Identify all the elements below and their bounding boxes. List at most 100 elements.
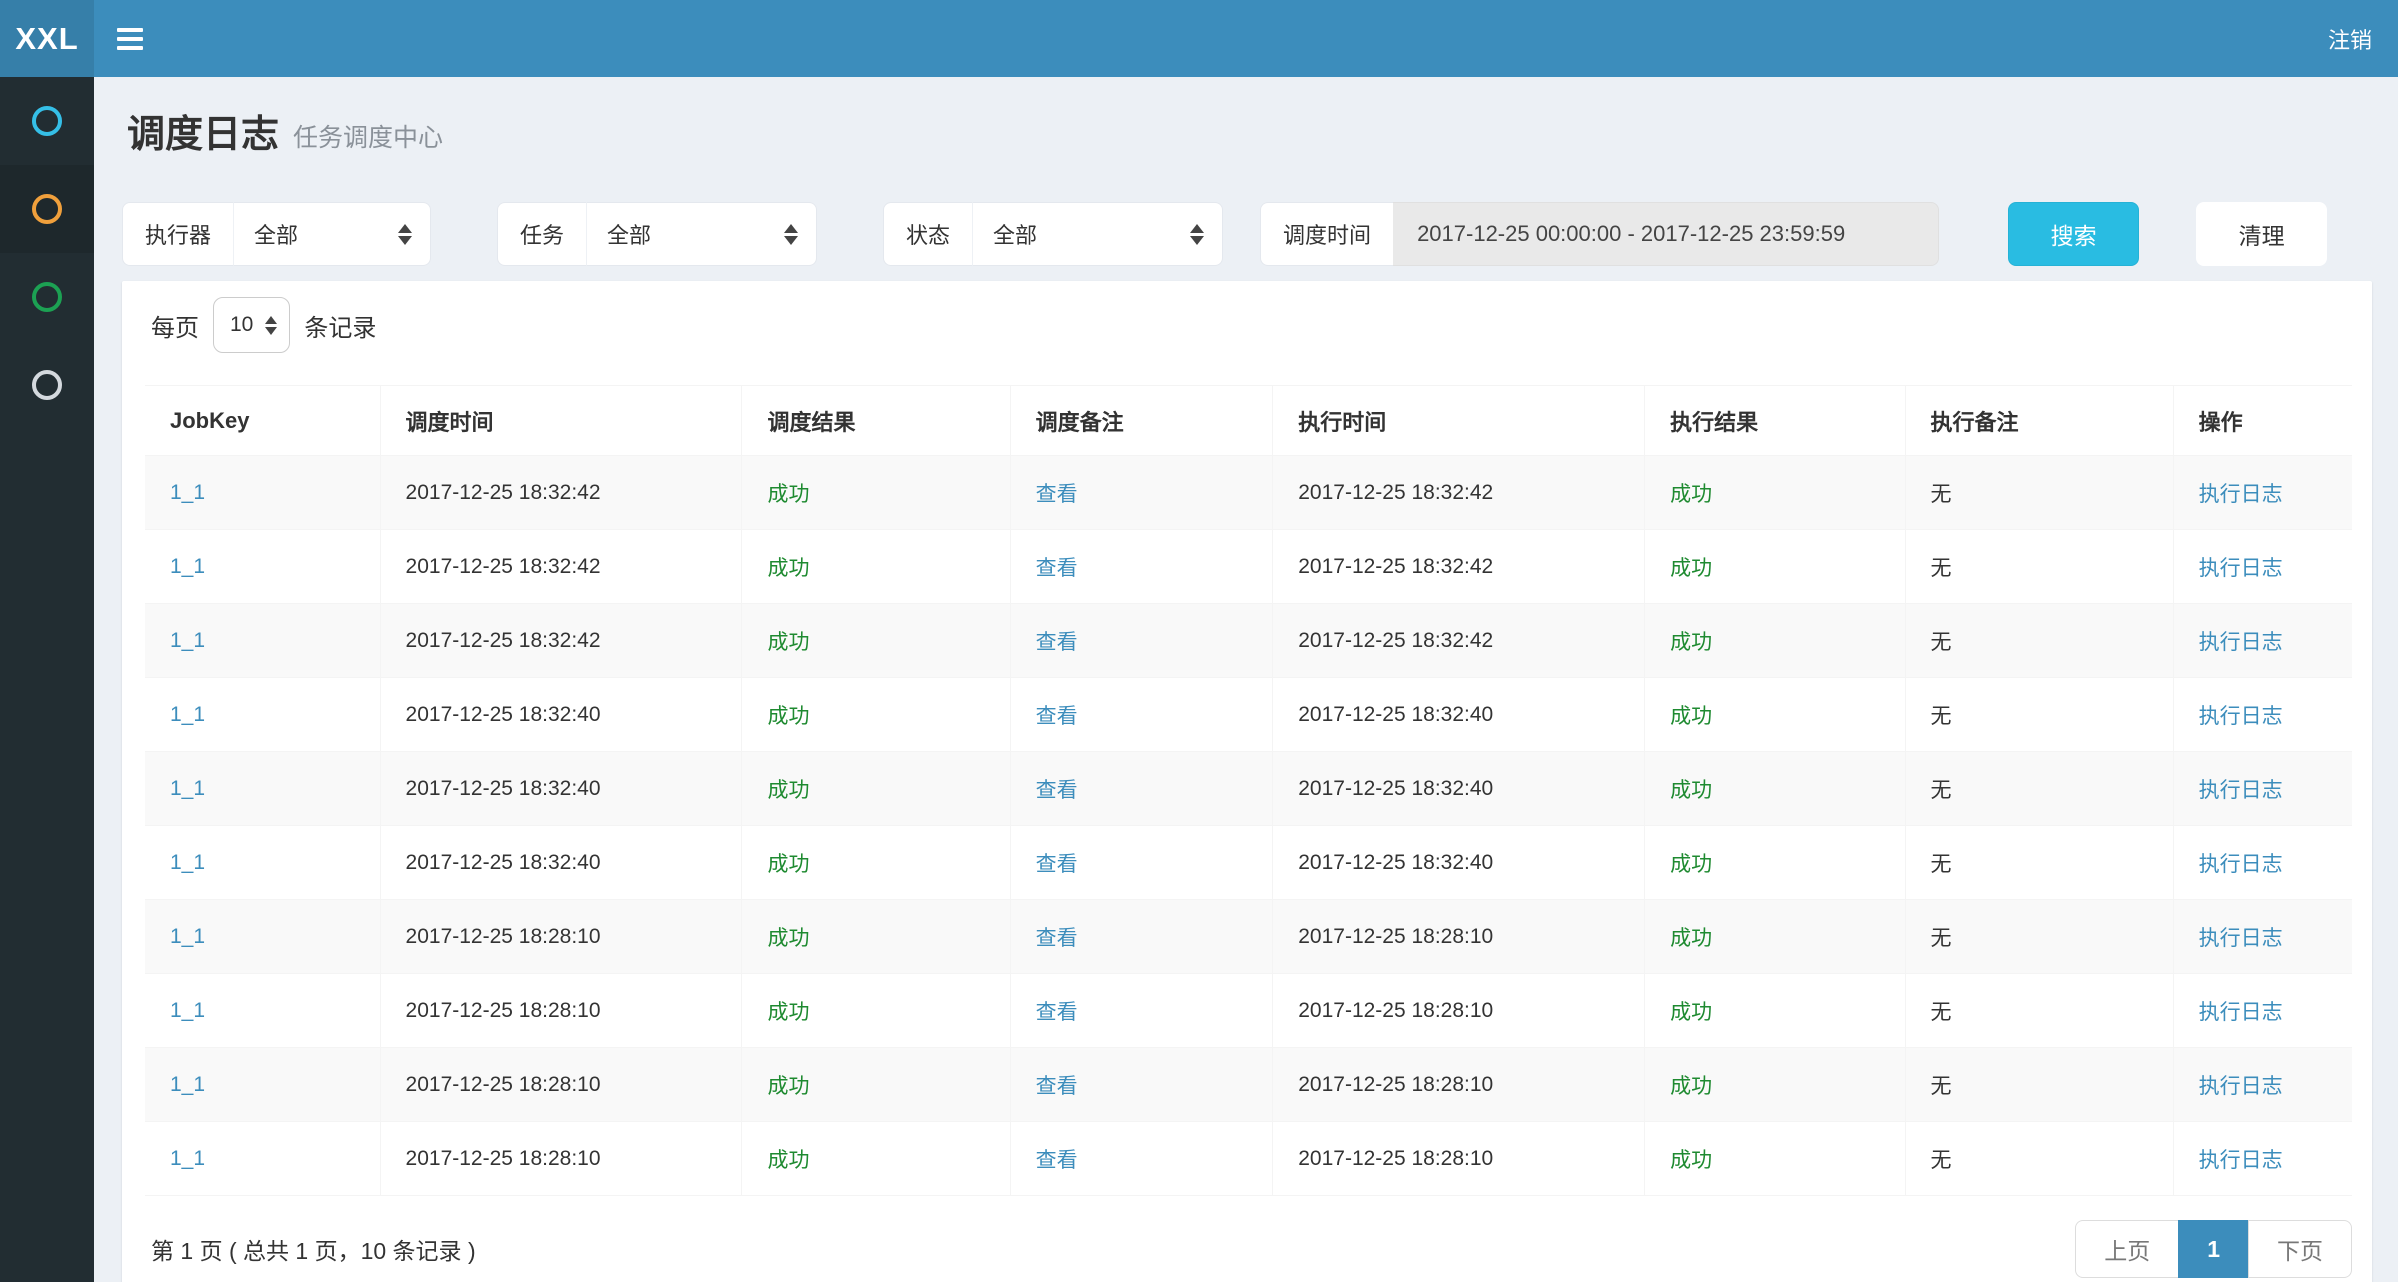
table-row: 1_12017-12-25 18:28:10成功查看2017-12-25 18:… <box>145 1048 2352 1122</box>
trigger-time-text: 2017-12-25 18:28:10 <box>406 925 601 948</box>
job-key-link[interactable]: 1_1 <box>170 481 205 504</box>
status-label: 状态 <box>883 202 972 266</box>
execute-log-link[interactable]: 执行日志 <box>2199 631 2283 654</box>
app-logo[interactable]: XXL <box>0 0 94 77</box>
trigger-time-text: 2017-12-25 18:32:42 <box>406 629 601 652</box>
job-select[interactable]: 全部 <box>586 202 817 266</box>
executor-filter-group: 执行器 全部 <box>122 202 431 266</box>
job-key-link[interactable]: 1_1 <box>170 777 205 800</box>
handle-msg-text: 无 <box>1931 483 1952 506</box>
trigger-msg-link[interactable]: 查看 <box>1036 631 1078 654</box>
execute-log-link[interactable]: 执行日志 <box>2199 1149 2283 1172</box>
col-header-trigger-result: 调度结果 <box>742 386 1010 456</box>
trigger-msg-link[interactable]: 查看 <box>1036 779 1078 802</box>
circle-icon <box>32 370 62 400</box>
execute-log-link[interactable]: 执行日志 <box>2199 779 2283 802</box>
trigger-msg-link[interactable]: 查看 <box>1036 853 1078 876</box>
trigger-time-range-input[interactable]: 2017-12-25 00:00:00 - 2017-12-25 23:59:5… <box>1393 202 1939 266</box>
handle-msg-text: 无 <box>1931 1001 1952 1024</box>
execute-log-link[interactable]: 执行日志 <box>2199 705 2283 728</box>
job-key-link[interactable]: 1_1 <box>170 1147 205 1170</box>
execute-log-link[interactable]: 执行日志 <box>2199 483 2283 506</box>
job-key-link[interactable]: 1_1 <box>170 629 205 652</box>
handle-time-text: 2017-12-25 18:28:10 <box>1298 999 1493 1022</box>
job-key-link[interactable]: 1_1 <box>170 851 205 874</box>
handle-msg-text: 无 <box>1931 631 1952 654</box>
status-select-value: 全部 <box>993 218 1164 250</box>
sidebar <box>0 77 94 1282</box>
trigger-msg-link[interactable]: 查看 <box>1036 483 1078 506</box>
executor-label: 执行器 <box>122 202 233 266</box>
job-key-link[interactable]: 1_1 <box>170 999 205 1022</box>
trigger-result-text: 成功 <box>767 1075 809 1098</box>
trigger-time-text: 2017-12-25 18:32:40 <box>406 851 601 874</box>
trigger-msg-link[interactable]: 查看 <box>1036 1149 1078 1172</box>
sidebar-item-4[interactable] <box>0 341 94 429</box>
page-size-value: 10 <box>230 313 253 337</box>
table-row: 1_12017-12-25 18:32:40成功查看2017-12-25 18:… <box>145 752 2352 826</box>
table-header-row: JobKey 调度时间 调度结果 调度备注 执行时间 执行结果 执行备注 操作 <box>145 386 2352 456</box>
circle-icon <box>32 282 62 312</box>
job-label: 任务 <box>497 202 586 266</box>
handle-result-text: 成功 <box>1670 853 1712 876</box>
trigger-result-text: 成功 <box>767 1149 809 1172</box>
execute-log-link[interactable]: 执行日志 <box>2199 853 2283 876</box>
page-size-select[interactable]: 10 <box>213 297 290 353</box>
next-page-button[interactable]: 下页 <box>2248 1220 2352 1278</box>
status-select[interactable]: 全部 <box>972 202 1223 266</box>
logout-link[interactable]: 注销 <box>2302 0 2398 77</box>
trigger-result-text: 成功 <box>767 631 809 654</box>
trigger-msg-link[interactable]: 查看 <box>1036 557 1078 580</box>
col-header-handle-result: 执行结果 <box>1645 386 1905 456</box>
execute-log-link[interactable]: 执行日志 <box>2199 1075 2283 1098</box>
content-header: 调度日志 任务调度中心 <box>122 77 2372 155</box>
trigger-msg-link[interactable]: 查看 <box>1036 705 1078 728</box>
trigger-result-text: 成功 <box>767 1001 809 1024</box>
job-key-link[interactable]: 1_1 <box>170 1073 205 1096</box>
handle-time-text: 2017-12-25 18:28:10 <box>1298 925 1493 948</box>
job-key-link[interactable]: 1_1 <box>170 703 205 726</box>
trigger-time-text: 2017-12-25 18:28:10 <box>406 999 601 1022</box>
sidebar-item-3[interactable] <box>0 253 94 341</box>
table-footer: 第 1 页 ( 总共 1 页，10 条记录 ) 上页 1 下页 <box>145 1214 2352 1282</box>
handle-time-text: 2017-12-25 18:28:10 <box>1298 1073 1493 1096</box>
table-row: 1_12017-12-25 18:32:42成功查看2017-12-25 18:… <box>145 604 2352 678</box>
search-button[interactable]: 搜索 <box>2008 202 2139 266</box>
trigger-result-text: 成功 <box>767 779 809 802</box>
trigger-msg-link[interactable]: 查看 <box>1036 1075 1078 1098</box>
job-key-link[interactable]: 1_1 <box>170 555 205 578</box>
handle-result-text: 成功 <box>1670 631 1712 654</box>
sidebar-item-1[interactable] <box>0 77 94 165</box>
page-size-suffix-label: 条记录 <box>304 308 376 343</box>
trigger-time-label: 调度时间 <box>1260 202 1393 266</box>
page-number-button[interactable]: 1 <box>2178 1220 2249 1278</box>
page-size-control: 每页 10 条记录 <box>145 297 2352 353</box>
trigger-msg-link[interactable]: 查看 <box>1036 927 1078 950</box>
clear-button[interactable]: 清理 <box>2196 202 2327 266</box>
job-key-link[interactable]: 1_1 <box>170 925 205 948</box>
log-table-body: 1_12017-12-25 18:32:42成功查看2017-12-25 18:… <box>145 456 2352 1196</box>
select-caret-icon <box>265 316 277 335</box>
handle-time-text: 2017-12-25 18:32:40 <box>1298 777 1493 800</box>
handle-result-text: 成功 <box>1670 557 1712 580</box>
sidebar-item-2[interactable] <box>0 165 94 253</box>
trigger-msg-link[interactable]: 查看 <box>1036 1001 1078 1024</box>
execute-log-link[interactable]: 执行日志 <box>2199 557 2283 580</box>
handle-result-text: 成功 <box>1670 927 1712 950</box>
trigger-result-text: 成功 <box>767 557 809 580</box>
handle-msg-text: 无 <box>1931 853 1952 876</box>
handle-msg-text: 无 <box>1931 1149 1952 1172</box>
handle-time-text: 2017-12-25 18:32:40 <box>1298 703 1493 726</box>
table-row: 1_1 2017-12-25 18:28:10 成功 查看 2017-12-25 18:… <box>145 900 2352 974</box>
handle-time-text: 2017-12-25 18:32:42 <box>1298 555 1493 578</box>
navbar: 注销 <box>94 0 2398 77</box>
execute-log-link[interactable]: 执行日志 <box>2199 1001 2283 1024</box>
sidebar-toggle-button[interactable] <box>94 0 166 77</box>
select-caret-icon <box>398 224 412 245</box>
execute-log-link[interactable]: 执行日志 <box>2199 927 2283 950</box>
handle-result-text: 成功 <box>1670 1075 1712 1098</box>
prev-page-button[interactable]: 上页 <box>2075 1220 2179 1278</box>
executor-select[interactable]: 全部 <box>233 202 431 266</box>
handle-result-text: 成功 <box>1670 779 1712 802</box>
handle-time-text: 2017-12-25 18:28:10 <box>1298 1147 1493 1170</box>
